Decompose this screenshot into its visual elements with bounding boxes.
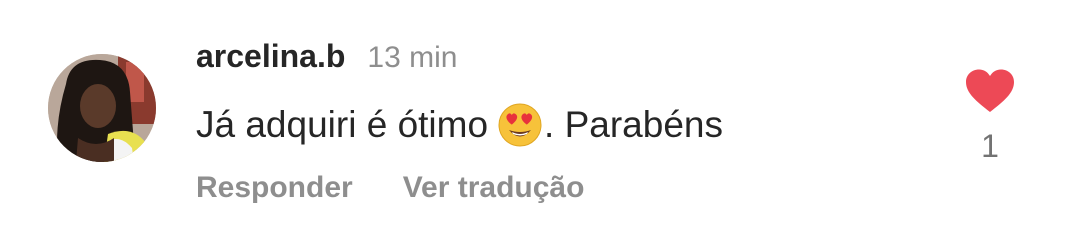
comment-text-part-1: Já adquiri é ótimo: [196, 104, 489, 145]
comment-timestamp: 13 min: [367, 41, 458, 74]
comment-text: Já adquiri é ótimo . Parabéns: [196, 100, 723, 150]
heart-eyes-emoji-icon: [498, 103, 542, 147]
comment-text-part-2: . Parabéns: [544, 104, 723, 145]
comment-actions: Responder Ver tradução: [196, 168, 584, 208]
reply-button[interactable]: Responder: [196, 171, 353, 205]
avatar[interactable]: [48, 54, 156, 162]
avatar-image: [48, 54, 156, 162]
translate-button[interactable]: Ver tradução: [403, 171, 585, 205]
username-link[interactable]: arcelina.b: [196, 38, 345, 75]
comment-header: arcelina.b 13 min: [196, 38, 457, 82]
like-count: 1: [981, 128, 999, 164]
comment-item: arcelina.b 13 min Já adquiri é ótimo . P…: [0, 0, 1080, 250]
heart-icon[interactable]: [964, 68, 1016, 114]
